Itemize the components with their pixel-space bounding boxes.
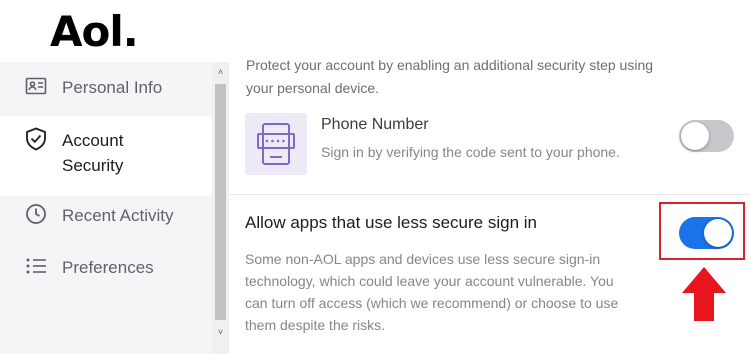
annotation-up-arrow-icon: [682, 267, 726, 321]
phone-number-description: Sign in by verifying the code sent to yo…: [321, 144, 620, 160]
scroll-down-arrow[interactable]: ˅: [215, 328, 226, 337]
scrollbar-thumb[interactable]: [215, 84, 226, 320]
sidebar-item-account-security[interactable]: Account Security: [0, 116, 212, 196]
sidebar-nav: Personal Info Account Security Recent Ac…: [0, 62, 212, 354]
phone-number-toggle[interactable]: [679, 120, 734, 152]
security-settings-panel: Protect your account by enabling an addi…: [229, 0, 750, 354]
phone-verification-icon: [245, 113, 307, 175]
annotation-highlight-box: [659, 202, 745, 260]
sidebar-item-label: Recent Activity: [62, 206, 174, 225]
shield-check-icon: [25, 127, 47, 151]
sidebar-item-label: Account Security: [62, 131, 124, 175]
aol-logo[interactable]: Aol.: [50, 7, 139, 56]
phone-number-title: Phone Number: [321, 116, 429, 133]
two-step-intro-text: Protect your account by enabling an addi…: [246, 57, 654, 96]
sidebar-item-label: Preferences: [62, 258, 154, 277]
section-divider: [229, 194, 750, 195]
sidebar-item-personal-info[interactable]: Personal Info: [0, 72, 212, 112]
less-secure-apps-title: Allow apps that use less secure sign in: [245, 213, 537, 232]
scroll-up-arrow[interactable]: ˄: [215, 68, 226, 77]
sidebar-item-recent-activity[interactable]: Recent Activity: [0, 200, 212, 240]
clock-icon: [25, 203, 47, 225]
less-secure-apps-description: Some non-AOL apps and devices use less s…: [245, 251, 619, 333]
toggle-knob: [681, 122, 709, 150]
sidebar-scrollbar[interactable]: ˄ ˅: [212, 62, 229, 354]
sidebar-item-label: Personal Info: [62, 78, 163, 97]
id-card-icon: [25, 75, 47, 97]
list-icon: [25, 255, 47, 277]
sidebar-item-preferences[interactable]: Preferences: [0, 252, 212, 292]
